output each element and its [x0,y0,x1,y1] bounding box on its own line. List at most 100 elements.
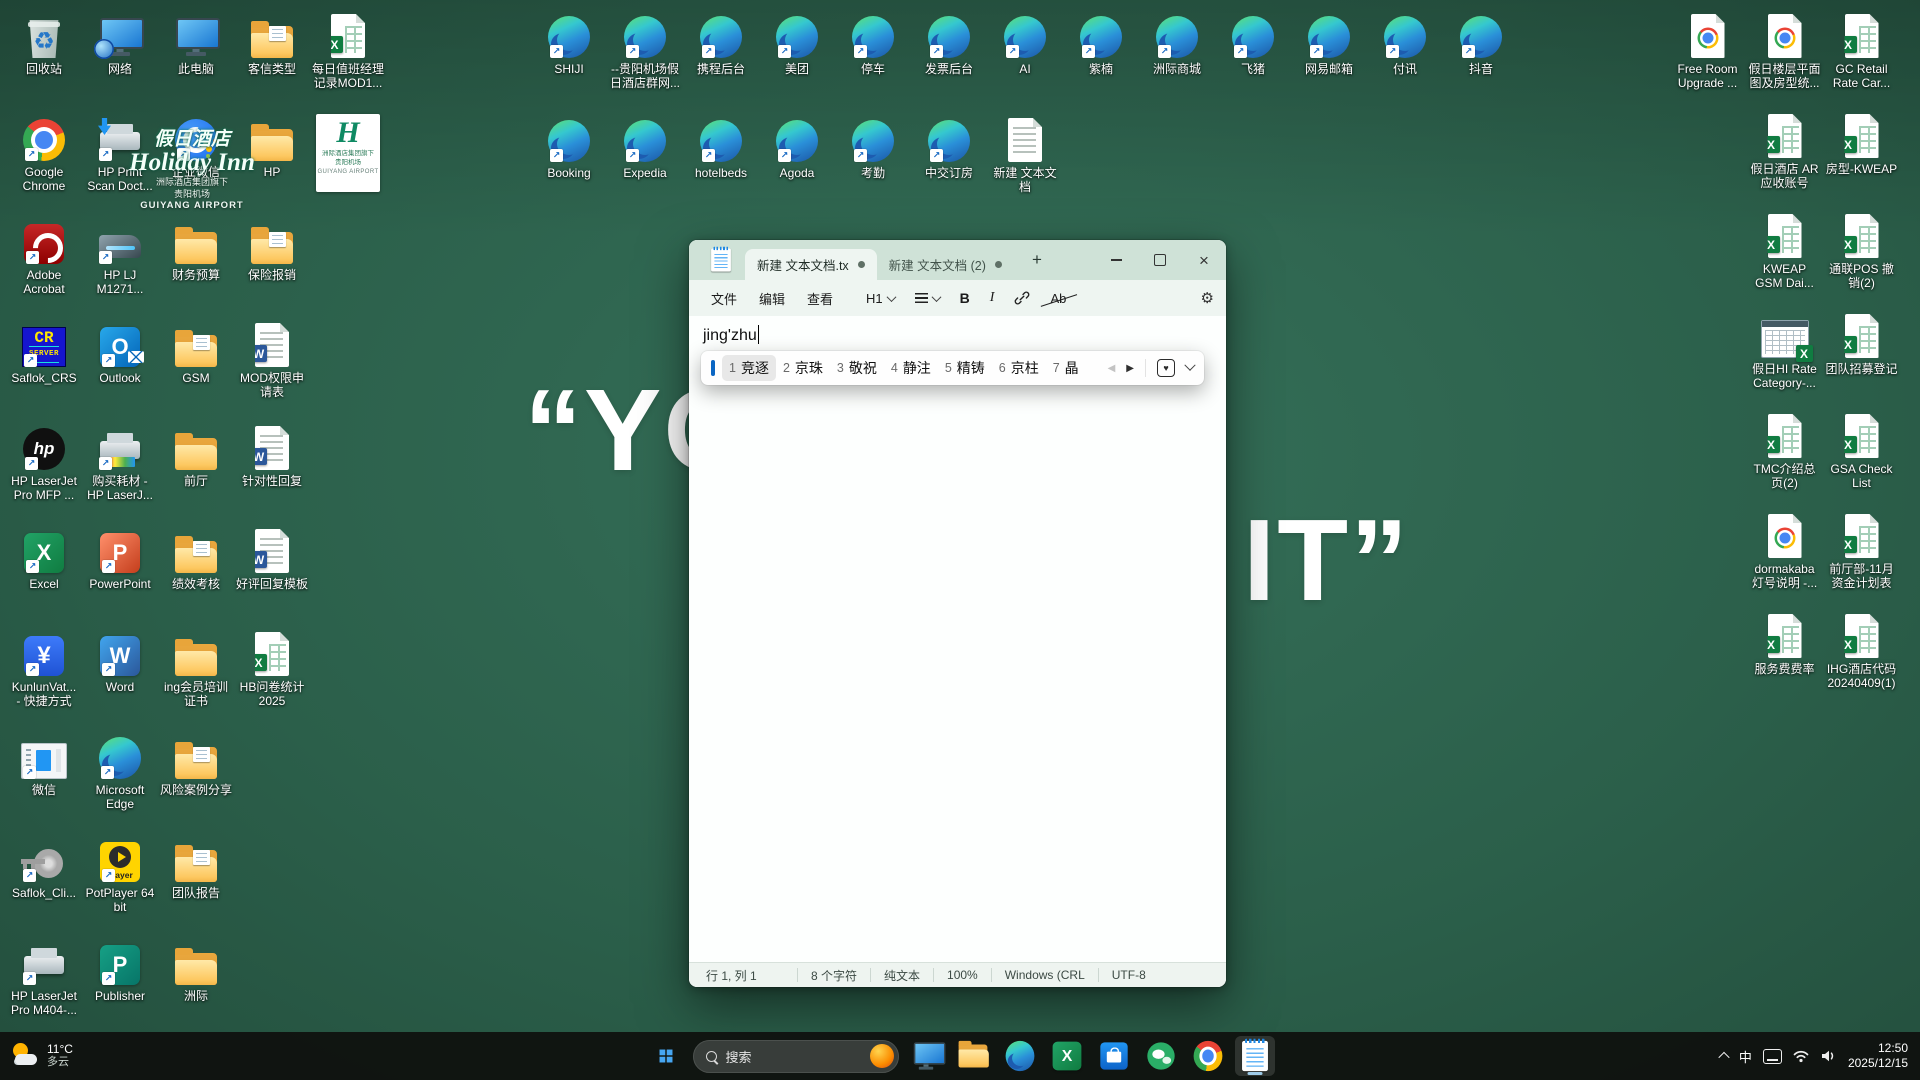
desktop-icon[interactable]: O↗Outlook [82,313,158,416]
ime-candidate[interactable]: 1竞逐 [722,355,776,381]
bold-button[interactable]: B [951,286,979,310]
status-encoding[interactable]: UTF-8 [1099,968,1159,982]
desktop-icon[interactable]: XGC Retail Rate Car... [1823,4,1900,104]
start-button[interactable] [646,1036,686,1076]
desktop-icon[interactable]: ↗停车 [835,4,911,108]
menu-file[interactable]: 文件 [701,285,747,312]
desktop-icon[interactable]: Free Room Upgrade ... [1669,4,1746,104]
new-tab-button[interactable]: + [1026,249,1048,271]
notepad-text-area[interactable]: jing'zhu [689,316,1226,962]
desktop-icon[interactable]: 洲际 [158,931,234,1034]
desktop-icon[interactable]: ↗AI [987,4,1063,108]
desktop-icon[interactable]: ↗SHIJI [531,4,607,108]
desktop-icon[interactable]: XTMC介绍总 页(2) [1746,404,1823,504]
desktop-icon[interactable]: 团队报告 [158,828,234,931]
status-line-ending[interactable]: Windows (CRL [992,968,1098,982]
desktop-icon[interactable]: ing会员培训 证书 [158,622,234,725]
desktop-icon[interactable]: dormakaba 灯号说明 -... [1746,504,1823,604]
desktop-icon[interactable]: XGSA Check List [1823,404,1900,504]
desktop-icon[interactable]: XIHG酒店代码 20240409(1) [1823,604,1900,704]
ime-mode-indicator[interactable]: 中 [1739,1047,1752,1066]
desktop-icon[interactable]: ↗美团 [759,4,835,108]
desktop-icon[interactable]: H洲际酒店集团旗下贵阳机场GUIYANG AIRPORT [310,107,386,210]
desktop-icon[interactable]: P↗Publisher [82,931,158,1034]
ime-candidate[interactable]: 3敬祝 [830,355,884,381]
desktop-icon[interactable]: ↗hotelbeds [683,108,759,212]
italic-button[interactable]: I [981,286,1004,310]
desktop-icon[interactable]: 风险案例分享 [158,725,234,828]
desktop-icon[interactable]: ↗紫楠 [1063,4,1139,108]
taskbar-app-notepad[interactable] [1235,1036,1275,1076]
desktop-icon[interactable]: ↗Expedia [607,108,683,212]
desktop-icon[interactable]: W↗Word [82,622,158,725]
desktop-icon[interactable]: X通联POS 撤 销(2) [1823,204,1900,304]
desktop-icon[interactable]: W好评回复模板 [234,519,310,622]
ime-next-page-icon[interactable]: ▶ [1126,363,1134,374]
ime-prev-page-icon[interactable]: ◀ [1108,363,1116,374]
desktop-icon[interactable]: ↗企业微信 [158,107,234,210]
clock[interactable]: 12:50 2025/12/15 [1848,1041,1908,1071]
ime-candidate[interactable]: 5精铸 [938,355,992,381]
desktop-icon[interactable]: ↗--贵阳机场假 日酒店群网... [607,4,683,108]
desktop-icon[interactable]: ↗网易邮箱 [1291,4,1367,108]
desktop-icon[interactable]: X假日酒店 AR 应收账号 [1746,104,1823,204]
desktop-icon[interactable]: ↗Microsoft Edge [82,725,158,828]
taskbar-app-excel[interactable]: X [1047,1036,1087,1076]
desktop-icon[interactable]: 客信类型 [234,4,310,107]
desktop-icon[interactable]: X服务费费率 [1746,604,1823,704]
desktop-icon[interactable]: 假日楼层平面 图及房型统... [1746,4,1823,104]
taskbar-app-chrome[interactable] [1188,1036,1228,1076]
desktop-icon[interactable]: X↗Excel [6,519,82,622]
desktop-icon[interactable]: ♻回收站 [6,4,82,107]
desktop-icon[interactable]: 网络 [82,4,158,107]
desktop-icon[interactable]: ↗Saflok_Cli... [6,828,82,931]
desktop-icon[interactable]: XHB问卷统计 2025 [234,622,310,725]
desktop-icon[interactable]: W针对性回复 [234,416,310,519]
close-button[interactable]: × [1182,240,1226,280]
desktop-icon[interactable]: X每日值班经理 记录MOD1... [310,4,386,107]
clear-formatting-button[interactable]: Ab [1041,287,1075,310]
desktop-icon[interactable]: ↗Google Chrome [6,107,82,210]
status-zoom-level[interactable]: 100% [934,968,991,982]
tab-document-2[interactable]: 新建 文本文档 (2) [877,249,1014,280]
ime-candidate[interactable]: 7晶 [1046,355,1086,381]
menu-view[interactable]: 查看 [797,285,843,312]
desktop-icon[interactable]: ↗Adobe Acrobat [6,210,82,313]
desktop-icon[interactable]: X假日HI Rate Category-... [1746,304,1823,404]
tab-document-1[interactable]: 新建 文本文档.tx [745,249,877,280]
desktop-icon[interactable]: ↗洲际商城 [1139,4,1215,108]
desktop-icon[interactable]: ↗携程后台 [683,4,759,108]
desktop-icon[interactable]: 财务预算 [158,210,234,313]
desktop-icon[interactable]: ↗考勤 [835,108,911,212]
desktop-icon[interactable]: 此电脑 [158,4,234,107]
search-box[interactable]: 搜索 [693,1040,899,1073]
taskbar-app-edge[interactable] [1000,1036,1040,1076]
desktop-icon[interactable]: hp↗HP LaserJet Pro MFP ... [6,416,82,519]
desktop-icon[interactable]: HP [234,107,310,210]
desktop-icon[interactable]: 保险报销 [234,210,310,313]
ime-candidate[interactable]: 2京珠 [776,355,830,381]
desktop-icon[interactable]: XKWEAP GSM Dai... [1746,204,1823,304]
desktop-icon[interactable]: ↗抖音 [1443,4,1519,108]
desktop-icon[interactable]: 绩效考核 [158,519,234,622]
desktop-icon[interactable]: ↗HP Print Scan Doct... [82,107,158,210]
network-icon[interactable] [1793,1049,1809,1063]
desktop-icon[interactable]: P↗PowerPoint [82,519,158,622]
desktop-icon[interactable]: ↗微信 [6,725,82,828]
taskbar-app-wechat[interactable] [1141,1036,1181,1076]
weather-widget[interactable]: 11°C 多云 [10,1041,73,1071]
desktop-icon[interactable]: X前厅部-11月 资金计划表 [1823,504,1900,604]
menu-edit[interactable]: 编辑 [749,285,795,312]
maximize-button[interactable] [1138,240,1182,280]
desktop-icon[interactable]: ¥↗KunlunVat... - 快捷方式 [6,622,82,725]
desktop-icon[interactable]: WMOD权限申 请表 [234,313,310,416]
desktop-icon[interactable]: X团队招募登记 [1823,304,1900,404]
desktop-icon[interactable]: GSM [158,313,234,416]
desktop-icon[interactable]: ↗中交订房 [911,108,987,212]
ime-candidate[interactable]: 6京柱 [992,355,1046,381]
desktop-icon[interactable]: ↗购买耗材 - HP LaserJ... [82,416,158,519]
desktop-icon[interactable]: ↗Booking [531,108,607,212]
ime-candidate[interactable]: 4静注 [884,355,938,381]
desktop-icon[interactable]: X房型-KWEAP [1823,104,1900,204]
desktop-icon[interactable]: ↗HP LaserJet Pro M404-... [6,931,82,1034]
